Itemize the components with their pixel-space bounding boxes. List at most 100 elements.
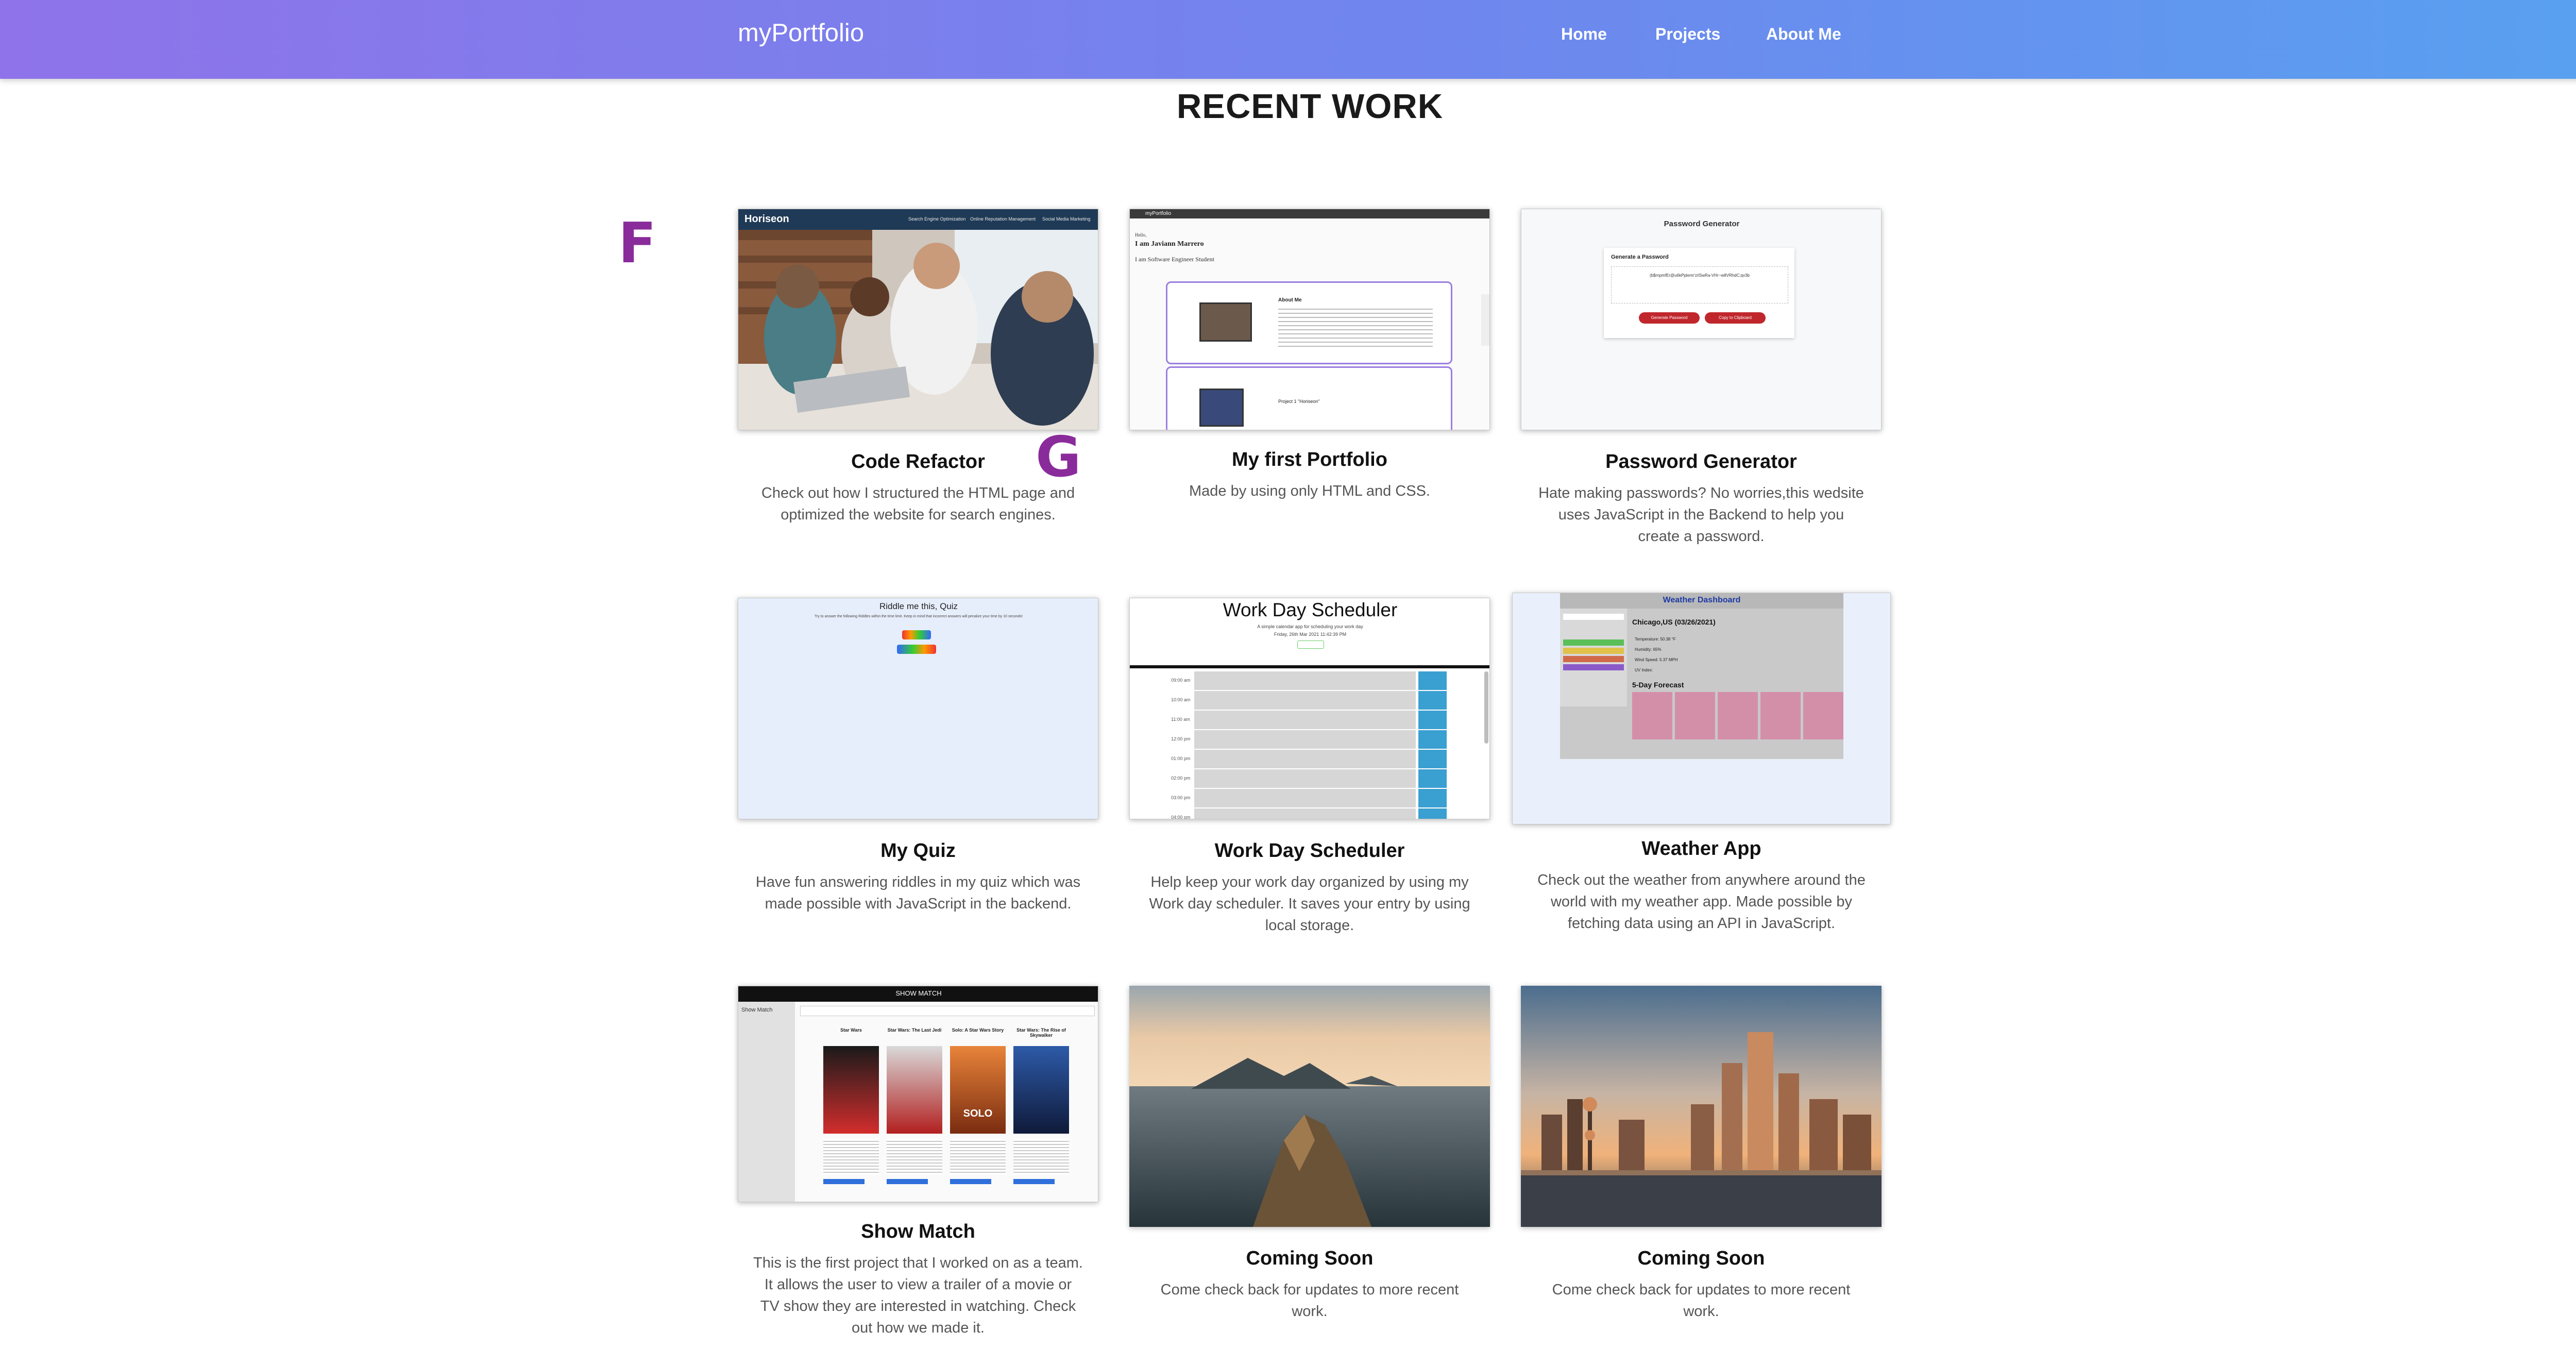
project-description: Made by using only HTML and CSS.: [1189, 483, 1430, 499]
project-title[interactable]: Show Match: [738, 1221, 1098, 1243]
scheduler-title: Work Day Scheduler: [1223, 599, 1398, 620]
project-description: Help keep your work day organized by usi…: [1149, 874, 1470, 934]
forecast-card: [1760, 692, 1801, 739]
horiseon-menu-seo: Search Engine Optimization: [908, 216, 966, 222]
mini-about-card: About Me: [1166, 281, 1452, 364]
scheduler-jumbotron: Work Day Scheduler A simple calendar app…: [1130, 598, 1489, 668]
weather-forecast-title: 5-Day Forecast: [1632, 681, 1684, 689]
weather-city: Chicago,US (03/26/2021): [1632, 618, 1716, 626]
movie-card: Star Wars: The Rise of Skywalker: [1013, 1027, 1069, 1184]
project-thumbnail[interactable]: myPortfolio Hello, I am Javiann Marrero …: [1129, 209, 1490, 430]
mini-name: I am Javiann Marrero: [1135, 240, 1204, 248]
horiseon-header: Horiseon Search Engine Optimization Onli…: [738, 209, 1098, 230]
scheduler-rows: 09:00 am 10:00 am 11:00 am 12:00 pm 01:0…: [1130, 671, 1489, 819]
movie-poster: [1013, 1046, 1069, 1134]
project-thumbnail[interactable]: [1129, 986, 1490, 1227]
showmatch-results: Star Wars Star Wars: The Last Jedi Solo:…: [800, 1027, 1094, 1198]
movie-card: Star Wars: [823, 1027, 879, 1184]
poster-solo-text: SOLO: [963, 1108, 993, 1119]
navbar: myPortfolio Home Projects About Me: [0, 0, 2576, 79]
mini-profile-photo: [1199, 302, 1252, 342]
scheduler-clear-button: [1297, 641, 1324, 649]
pwgen-output: (b$rnpmfEr@u6kPjdemr'z/iSwRa-VHr~w8VRhdC…: [1611, 266, 1788, 304]
movie-title: Star Wars: The Last Jedi: [887, 1027, 942, 1033]
project-description: Have fun answering riddles in my quiz wh…: [755, 874, 1081, 912]
project-title[interactable]: Code Refactor: [738, 451, 1098, 473]
pwgen-generate-button: Generate Password: [1639, 312, 1700, 324]
project-thumbnail[interactable]: Riddle me this, Quiz Try to answer the f…: [738, 598, 1098, 819]
nav-link-about-me[interactable]: About Me: [1766, 25, 1841, 44]
project-title[interactable]: Coming Soon: [1129, 1248, 1490, 1270]
project-title[interactable]: My Quiz: [738, 840, 1098, 862]
mini-role: I am Software Engineer Student: [1135, 256, 1214, 263]
schedule-row: 12:00 pm: [1130, 730, 1489, 750]
pwgen-header: Password Generator: [1664, 220, 1740, 228]
nav-link-projects[interactable]: Projects: [1655, 25, 1720, 44]
horiseon-menu-reputation: Online Reputation Management: [970, 216, 1036, 222]
project-thumbnail[interactable]: SHOW MATCH Show Match Star Wars Star War…: [738, 986, 1098, 1202]
project-card-code-refactor: Horiseon Search Engine Optimization Onli…: [738, 209, 1098, 526]
schedule-row: 11:00 am: [1130, 711, 1489, 730]
project-thumbnail[interactable]: [1521, 986, 1882, 1227]
weather-humidity: Humidity: 65%: [1635, 647, 1662, 652]
project-thumbnail[interactable]: Horiseon Search Engine Optimization Onli…: [738, 209, 1098, 430]
scheduler-scrollbar: [1484, 671, 1488, 744]
weather-header: Weather Dashboard: [1560, 593, 1843, 609]
weather-uv: UV Index:: [1635, 668, 1653, 672]
movie-title: Star Wars: The Rise of Skywalker: [1016, 1027, 1066, 1038]
schedule-row: 01:00 pm: [1130, 750, 1489, 769]
project-description: Come check back for updates to more rece…: [1552, 1282, 1851, 1320]
weather-wind: Wind Speed: 5.37 MPH: [1635, 658, 1678, 662]
mini-project-card: Project 1 "Horiseon": [1166, 366, 1452, 430]
project-thumbnail[interactable]: Password Generator Generate a Password (…: [1521, 209, 1882, 430]
project-description: Come check back for updates to more rece…: [1160, 1282, 1459, 1320]
project-title[interactable]: Coming Soon: [1521, 1248, 1882, 1270]
movie-poster: [823, 1046, 879, 1134]
showmatch-sidebar: Show Match: [738, 1002, 795, 1202]
project-card-coming-soon-1: Coming Soon Come check back for updates …: [1129, 986, 1490, 1322]
project-card-weather-app: Weather Dashboard Chicago,US (03/26/2021…: [1512, 593, 1891, 934]
forecast-card: [1632, 692, 1672, 739]
quiz-start-button: [902, 630, 931, 639]
island-landscape-photo: [1129, 986, 1490, 1227]
scheduler-date: Friday, 26th Mar 2021 11:42:39 PM: [1274, 632, 1347, 637]
forecast-card: [1803, 692, 1843, 739]
movie-card: Solo: A Star Wars Story SOLO: [950, 1027, 1006, 1184]
pwgen-copy-button: Copy to Clipboard: [1705, 312, 1766, 324]
pwgen-card-title: Generate a Password: [1611, 254, 1669, 260]
mini-project-photo: [1199, 389, 1244, 427]
mini-about-text: [1278, 307, 1433, 349]
project-description: Check out how I structured the HTML page…: [761, 485, 1075, 523]
project-thumbnail[interactable]: Work Day Scheduler A simple calendar app…: [1129, 598, 1490, 819]
movie-poster: [887, 1046, 942, 1134]
project-card-show-match: SHOW MATCH Show Match Star Wars Star War…: [738, 986, 1098, 1339]
schedule-row: 03:00 pm: [1130, 789, 1489, 808]
nav-link-home[interactable]: Home: [1561, 25, 1607, 44]
showmatch-search: [800, 1006, 1095, 1016]
project-title[interactable]: Weather App: [1512, 838, 1891, 860]
movie-title: Solo: A Star Wars Story: [952, 1027, 1004, 1033]
schedule-row: 02:00 pm: [1130, 769, 1489, 789]
pwgen-password: (b$rnpmfEr@u6kPjdemr'z/iSwRa-VHr~w8VRhdC…: [1650, 273, 1750, 278]
project-title[interactable]: Work Day Scheduler: [1129, 840, 1490, 862]
project-card-work-day-scheduler: Work Day Scheduler A simple calendar app…: [1129, 598, 1490, 936]
schedule-row: 09:00 am: [1130, 671, 1489, 691]
showmatch-title: SHOW MATCH: [895, 989, 942, 997]
movie-poster: SOLO: [950, 1046, 1006, 1134]
weather-title: Weather Dashboard: [1663, 596, 1741, 604]
project-description: Check out the weather from anywhere arou…: [1537, 872, 1866, 932]
city-skyline-photo: [1521, 986, 1882, 1227]
project-title[interactable]: My first Portfolio: [1129, 449, 1490, 471]
overlay-marker-f: F: [618, 211, 656, 276]
mini-greeting: Hello,: [1135, 232, 1147, 238]
movie-card: Star Wars: The Last Jedi: [887, 1027, 942, 1184]
movie-title: Star Wars: [840, 1027, 862, 1033]
brand-logo[interactable]: myPortfolio: [738, 19, 864, 47]
pwgen-card: Generate a Password (b$rnpmfEr@u6kPjdemr…: [1604, 248, 1794, 338]
weather-body: Chicago,US (03/26/2021) Temperature: 50.…: [1560, 609, 1843, 759]
mini-social-bar: [1481, 294, 1489, 346]
project-title[interactable]: Password Generator: [1521, 451, 1882, 473]
project-thumbnail[interactable]: Weather Dashboard Chicago,US (03/26/2021…: [1512, 593, 1891, 824]
quiz-header: Riddle me this, Quiz: [879, 601, 958, 611]
team-meeting-photo: [738, 209, 1098, 430]
